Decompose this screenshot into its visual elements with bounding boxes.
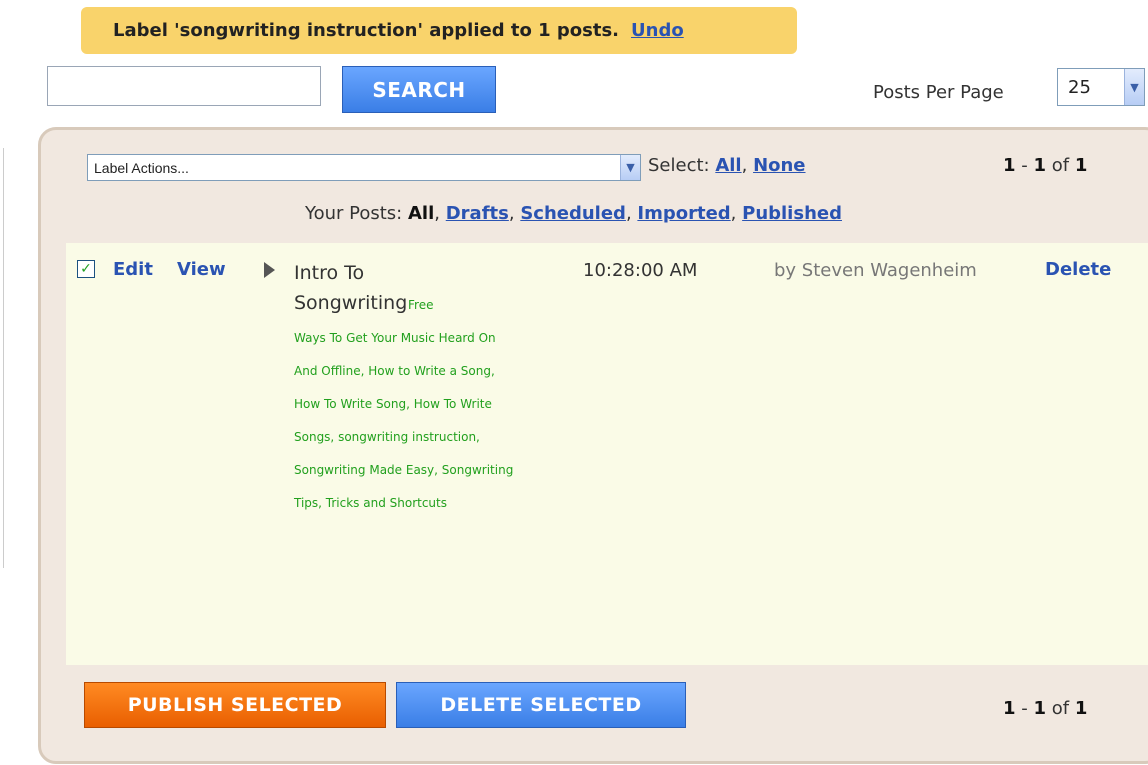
label-actions-value: Label Actions... [94, 159, 189, 176]
post-time: 10:28:00 AM [583, 260, 698, 281]
search-button[interactable]: SEARCH [342, 66, 496, 113]
table-row [66, 243, 1148, 665]
posts-per-page-label: Posts Per Page [873, 82, 1004, 103]
edit-link[interactable]: Edit [113, 259, 153, 280]
pager-top: 1 - 1 of 1 [1003, 155, 1088, 176]
post-checkbox[interactable]: ✓ [77, 260, 95, 278]
post-label-list: Ways To Get Your Music Heard On And Offl… [294, 331, 514, 510]
chevron-down-icon[interactable]: ▼ [620, 155, 640, 180]
post-title: Intro To Songwriting [294, 262, 408, 314]
expand-triangle-icon[interactable] [264, 262, 275, 278]
tab-imported[interactable]: Imported [637, 203, 730, 224]
notice-message: Label 'songwriting instruction' applied … [113, 20, 620, 41]
tab-all[interactable]: All [408, 203, 434, 224]
select-none-link[interactable]: None [753, 155, 805, 176]
tab-drafts[interactable]: Drafts [446, 203, 509, 224]
tabs-prefix: Your Posts: [305, 203, 403, 224]
tab-published[interactable]: Published [742, 203, 842, 224]
search-input[interactable] [47, 66, 321, 106]
posts-per-page-value: 25 [1068, 76, 1091, 98]
divider [3, 148, 4, 568]
pager-start: 1 [1003, 155, 1016, 176]
posts-per-page-select[interactable]: 25 ▼ [1057, 68, 1145, 106]
checkmark-icon: ✓ [80, 261, 92, 277]
select-controls: Select: All, None [648, 155, 806, 176]
pager-total: 1 [1074, 155, 1088, 176]
label-actions-select[interactable]: Label Actions... ▼ [87, 154, 641, 181]
tab-scheduled[interactable]: Scheduled [520, 203, 626, 224]
delete-selected-button[interactable]: DELETE SELECTED [396, 682, 686, 728]
post-label-first: Free [408, 298, 434, 312]
publish-selected-button[interactable]: PUBLISH SELECTED [84, 682, 386, 728]
delete-link[interactable]: Delete [1045, 259, 1111, 280]
post-filter-tabs: Your Posts: All, Drafts, Scheduled, Impo… [305, 203, 842, 224]
select-label: Select: [648, 155, 710, 176]
status-notice: Label 'songwriting instruction' applied … [81, 7, 797, 54]
pager-end: 1 [1033, 155, 1047, 176]
select-all-link[interactable]: All [715, 155, 741, 176]
pager-bottom: 1 - 1 of 1 [1003, 698, 1088, 719]
undo-link[interactable]: Undo [631, 20, 684, 41]
view-link[interactable]: View [177, 259, 226, 280]
chevron-down-icon[interactable]: ▼ [1124, 69, 1144, 105]
post-author: by Steven Wagenheim [774, 260, 977, 281]
